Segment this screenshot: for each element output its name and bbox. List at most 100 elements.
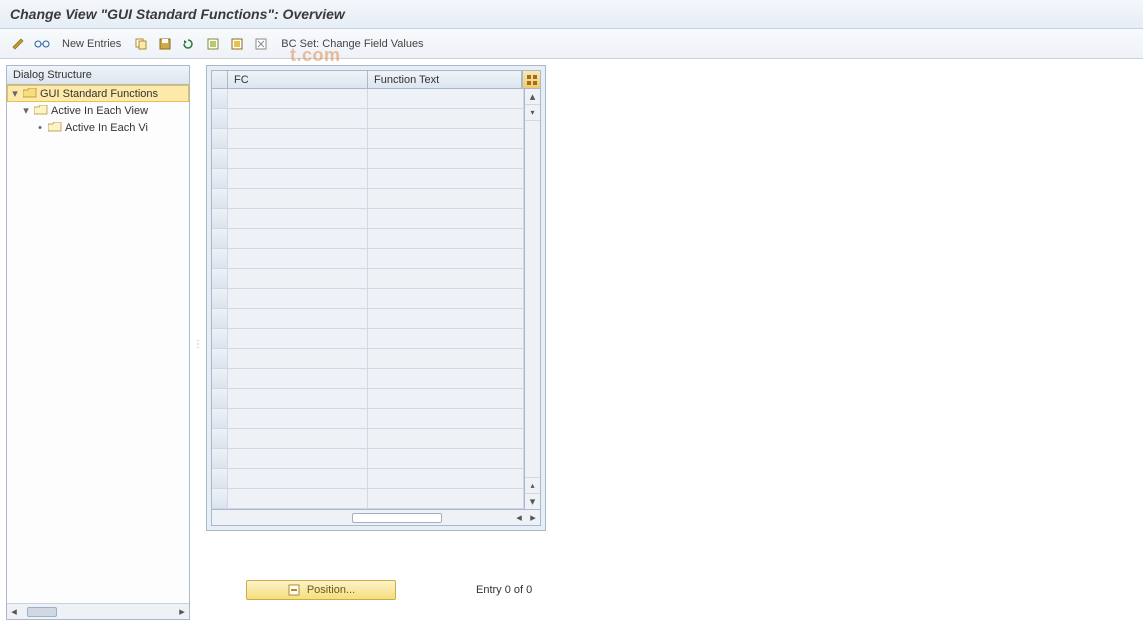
cell-function-text[interactable] bbox=[368, 289, 524, 308]
table-row[interactable] bbox=[212, 229, 524, 249]
table-row[interactable] bbox=[212, 129, 524, 149]
row-selector[interactable] bbox=[212, 409, 228, 428]
cell-function-text[interactable] bbox=[368, 469, 524, 488]
table-row[interactable] bbox=[212, 169, 524, 189]
table-row[interactable] bbox=[212, 149, 524, 169]
tree-node-child[interactable]: ▾ Active In Each View bbox=[7, 102, 189, 119]
deselect-all-icon[interactable] bbox=[251, 34, 271, 54]
grid-vscrollbar[interactable]: ▴ ▾ ▴ ▾ bbox=[524, 89, 540, 509]
table-row[interactable] bbox=[212, 289, 524, 309]
cell-fc[interactable] bbox=[228, 349, 368, 368]
cell-fc[interactable] bbox=[228, 109, 368, 128]
scroll-up-step-icon[interactable]: ▾ bbox=[525, 105, 540, 121]
row-selector[interactable] bbox=[212, 109, 228, 128]
cell-function-text[interactable] bbox=[368, 129, 524, 148]
row-selector[interactable] bbox=[212, 129, 228, 148]
cell-function-text[interactable] bbox=[368, 109, 524, 128]
row-selector[interactable] bbox=[212, 329, 228, 348]
select-all-icon[interactable] bbox=[203, 34, 223, 54]
table-row[interactable] bbox=[212, 329, 524, 349]
table-row[interactable] bbox=[212, 489, 524, 509]
scroll-down-step-icon[interactable]: ▴ bbox=[525, 477, 540, 493]
cell-fc[interactable] bbox=[228, 389, 368, 408]
cell-function-text[interactable] bbox=[368, 329, 524, 348]
table-row[interactable] bbox=[212, 409, 524, 429]
copy-icon[interactable] bbox=[131, 34, 151, 54]
row-selector[interactable] bbox=[212, 469, 228, 488]
dialog-structure-tree[interactable]: ▾ GUI Standard Functions ▾ Active In Eac… bbox=[7, 85, 189, 603]
row-selector[interactable] bbox=[212, 89, 228, 108]
cell-fc[interactable] bbox=[228, 229, 368, 248]
row-selector[interactable] bbox=[212, 289, 228, 308]
table-row[interactable] bbox=[212, 309, 524, 329]
row-selector[interactable] bbox=[212, 369, 228, 388]
cell-fc[interactable] bbox=[228, 329, 368, 348]
table-row[interactable] bbox=[212, 109, 524, 129]
grid-select-all[interactable] bbox=[212, 71, 228, 88]
cell-fc[interactable] bbox=[228, 429, 368, 448]
table-row[interactable] bbox=[212, 429, 524, 449]
cell-fc[interactable] bbox=[228, 189, 368, 208]
table-row[interactable] bbox=[212, 389, 524, 409]
cell-function-text[interactable] bbox=[368, 189, 524, 208]
cell-fc[interactable] bbox=[228, 149, 368, 168]
table-row[interactable] bbox=[212, 449, 524, 469]
cell-fc[interactable] bbox=[228, 449, 368, 468]
tree-toggle-icon[interactable]: ▾ bbox=[21, 104, 31, 117]
cell-function-text[interactable] bbox=[368, 89, 524, 108]
row-selector[interactable] bbox=[212, 149, 228, 168]
table-row[interactable] bbox=[212, 249, 524, 269]
row-selector[interactable] bbox=[212, 229, 228, 248]
cell-function-text[interactable] bbox=[368, 209, 524, 228]
toggle-edit-icon[interactable] bbox=[8, 34, 28, 54]
table-row[interactable] bbox=[212, 349, 524, 369]
save-icon[interactable] bbox=[155, 34, 175, 54]
select-block-icon[interactable] bbox=[227, 34, 247, 54]
scroll-right-icon[interactable]: ▸ bbox=[175, 605, 189, 618]
scroll-left-icon[interactable]: ◂ bbox=[512, 511, 526, 524]
tree-node-child[interactable]: • Active In Each Vi bbox=[7, 119, 189, 136]
cell-fc[interactable] bbox=[228, 129, 368, 148]
tree-node-root[interactable]: ▾ GUI Standard Functions bbox=[7, 85, 189, 102]
table-row[interactable] bbox=[212, 89, 524, 109]
data-grid[interactable]: FC Function Text ▴ ▾ ▴ ▾ bbox=[211, 70, 541, 526]
bc-set-button[interactable]: BC Set: Change Field Values bbox=[275, 38, 429, 50]
undo-icon[interactable] bbox=[179, 34, 199, 54]
row-selector[interactable] bbox=[212, 209, 228, 228]
position-button[interactable]: Position... bbox=[246, 580, 396, 600]
table-row[interactable] bbox=[212, 269, 524, 289]
cell-function-text[interactable] bbox=[368, 389, 524, 408]
cell-function-text[interactable] bbox=[368, 169, 524, 188]
cell-function-text[interactable] bbox=[368, 229, 524, 248]
row-selector[interactable] bbox=[212, 189, 228, 208]
cell-fc[interactable] bbox=[228, 409, 368, 428]
row-selector[interactable] bbox=[212, 249, 228, 268]
cell-fc[interactable] bbox=[228, 89, 368, 108]
scroll-up-icon[interactable]: ▴ bbox=[525, 89, 540, 105]
row-selector[interactable] bbox=[212, 309, 228, 328]
cell-function-text[interactable] bbox=[368, 309, 524, 328]
row-selector[interactable] bbox=[212, 169, 228, 188]
row-selector[interactable] bbox=[212, 349, 228, 368]
cell-fc[interactable] bbox=[228, 269, 368, 288]
tree-hscrollbar[interactable]: ◂ ▸ bbox=[7, 603, 189, 619]
grid-config-icon[interactable] bbox=[522, 71, 540, 88]
row-selector[interactable] bbox=[212, 429, 228, 448]
table-row[interactable] bbox=[212, 369, 524, 389]
new-entries-button[interactable]: New Entries bbox=[56, 38, 127, 50]
table-row[interactable] bbox=[212, 469, 524, 489]
cell-function-text[interactable] bbox=[368, 149, 524, 168]
scrollbar-track[interactable] bbox=[525, 121, 540, 477]
scroll-down-icon[interactable]: ▾ bbox=[525, 493, 540, 509]
cell-fc[interactable] bbox=[228, 469, 368, 488]
grid-col-function-text[interactable]: Function Text bbox=[368, 71, 522, 88]
scroll-left-icon[interactable]: ◂ bbox=[7, 605, 21, 618]
scrollbar-thumb[interactable] bbox=[27, 607, 57, 617]
cell-fc[interactable] bbox=[228, 309, 368, 328]
cell-fc[interactable] bbox=[228, 169, 368, 188]
cell-function-text[interactable] bbox=[368, 269, 524, 288]
cell-fc[interactable] bbox=[228, 489, 368, 508]
cell-fc[interactable] bbox=[228, 289, 368, 308]
cell-function-text[interactable] bbox=[368, 449, 524, 468]
cell-function-text[interactable] bbox=[368, 489, 524, 508]
